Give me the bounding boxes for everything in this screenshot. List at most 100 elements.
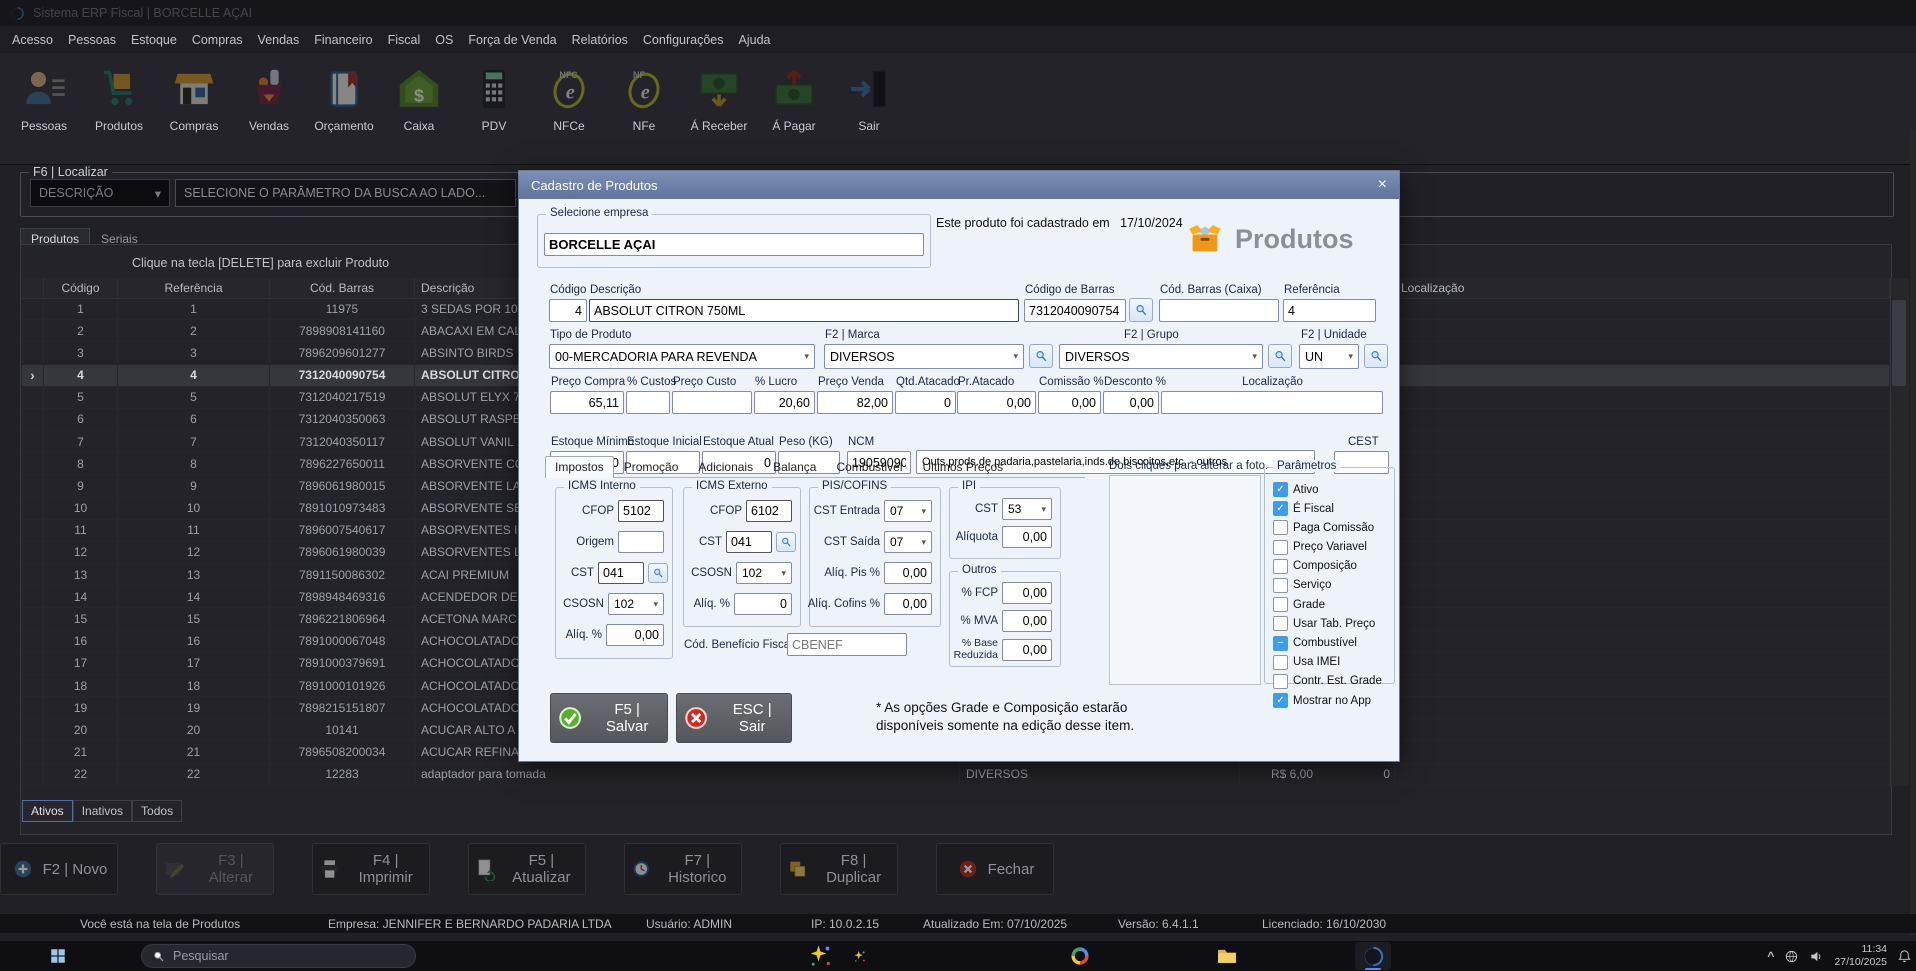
menu-item[interactable]: Estoque [131, 33, 177, 47]
fcp-input[interactable] [1002, 582, 1052, 604]
action-button[interactable]: Fechar [936, 843, 1054, 895]
pr-atacado-input[interactable] [957, 391, 1036, 414]
parametro-checkbox[interactable]: Usa IMEI [1273, 655, 1394, 670]
cst-entrada-select[interactable]: 07▾ [884, 500, 932, 522]
menu-item[interactable]: Compras [192, 33, 243, 47]
mva-input[interactable] [1002, 610, 1052, 632]
header-referencia[interactable]: Referência [118, 278, 270, 298]
filter-tab[interactable]: Ativos [22, 800, 73, 822]
menu-item[interactable]: Acesso [12, 33, 53, 47]
filter-tab[interactable]: Todos [132, 800, 182, 822]
parametro-checkbox[interactable]: Paga Comissão [1273, 520, 1394, 535]
menu-item[interactable]: Financeiro [314, 33, 372, 47]
toolbar-button[interactable]: Á Receber [687, 67, 751, 164]
locator-search-input[interactable]: SELECIONE O PARÂMETRO DA BUSCA AO LADO..… [175, 179, 516, 207]
parametro-checkbox[interactable]: Ativo [1273, 482, 1394, 497]
icms-int-cst-input[interactable] [598, 562, 644, 584]
cst-saida-select[interactable]: 07▾ [884, 531, 932, 553]
sair-button[interactable]: ESC | Sair [676, 693, 792, 743]
action-button[interactable]: F3 | Alterar [156, 843, 274, 895]
icms-int-aliq-input[interactable] [606, 624, 664, 646]
codigo-input[interactable] [549, 299, 587, 322]
tipo-produto-select[interactable]: 00-MERCADORIA PARA REVENDA▾ [549, 344, 815, 369]
tray-chevron-icon[interactable]: ^ [1767, 949, 1774, 963]
icms-int-origem-input[interactable] [618, 531, 664, 553]
parametro-checkbox[interactable]: Mostrar no App [1273, 693, 1394, 708]
erp-app-icon[interactable] [1361, 944, 1385, 968]
desconto-input[interactable] [1103, 391, 1159, 414]
cod-barras-search-button[interactable] [1129, 298, 1153, 322]
icms-ext-csosn-select[interactable]: 102▾ [736, 562, 792, 584]
custos-input[interactable] [626, 391, 670, 414]
parametro-checkbox[interactable]: Usar Tab. Preço [1273, 616, 1394, 631]
parametro-checkbox[interactable]: É Fiscal [1273, 501, 1394, 516]
marca-search-button[interactable] [1029, 344, 1053, 368]
toolbar-button[interactable]: Pessoas [12, 67, 76, 164]
file-explorer-icon[interactable] [1215, 944, 1239, 968]
dialog-tab[interactable]: Balança [763, 456, 826, 477]
icms-ext-cst-search-button[interactable] [776, 532, 796, 552]
menu-item[interactable]: Vendas [258, 33, 300, 47]
copilot-icon[interactable] [1068, 944, 1092, 968]
localizacao-input[interactable] [1161, 391, 1383, 414]
cod-barras-caixa-input[interactable] [1159, 299, 1279, 322]
toolbar-button[interactable]: Caixa [387, 67, 451, 164]
table-row[interactable]: 22 22 12283 adaptador para tomada DIVERS… [22, 764, 1890, 786]
volume-icon[interactable] [1809, 949, 1824, 964]
ipi-cst-select[interactable]: 53▾ [1002, 498, 1052, 520]
unidade-select[interactable]: UN▾ [1299, 344, 1359, 369]
preco-custo-input[interactable] [672, 391, 752, 414]
dialog-tab[interactable]: Promoção [614, 456, 689, 477]
header-cod-barras[interactable]: Cód. Barras [270, 278, 415, 298]
toolbar-button[interactable]: PDV [462, 67, 526, 164]
taskbar-search[interactable]: Pesquisar [141, 944, 416, 968]
ipi-aliquota-input[interactable] [1002, 526, 1052, 548]
action-button[interactable]: F5 | Atualizar [468, 843, 586, 895]
icms-ext-aliq-input[interactable] [734, 593, 792, 615]
parametro-checkbox[interactable]: Contr. Est. Grade [1273, 674, 1394, 689]
action-button[interactable]: F8 | Duplicar [780, 843, 898, 895]
locator-field-select[interactable]: DESCRIÇÃO ▾ [30, 179, 170, 207]
toolbar-button[interactable]: Sair [837, 67, 901, 164]
dialog-tab[interactable]: Impostos [545, 456, 614, 478]
empresa-input[interactable] [544, 233, 924, 256]
taskbar-clock[interactable]: 11:34 27/10/2025 [1834, 943, 1887, 969]
preco-venda-input[interactable] [817, 391, 893, 414]
action-button[interactable]: F7 | Historico [624, 843, 742, 895]
menu-item[interactable]: Configurações [643, 33, 724, 47]
icms-ext-cfop-input[interactable] [746, 500, 792, 522]
base-reduzida-input[interactable] [1002, 639, 1052, 661]
grupo-search-button[interactable] [1268, 344, 1292, 368]
parametro-checkbox[interactable]: Preço Variavel [1273, 540, 1394, 555]
parametro-checkbox[interactable]: Grade [1273, 597, 1394, 612]
toolbar-button[interactable]: NFCe [537, 67, 601, 164]
menu-item[interactable]: Força de Venda [468, 33, 556, 47]
toolbar-button[interactable]: Orçamento [312, 67, 376, 164]
start-button[interactable] [46, 944, 70, 968]
beneficio-input[interactable] [787, 633, 907, 656]
menu-item[interactable]: Fiscal [388, 33, 421, 47]
menu-item[interactable]: Pessoas [68, 33, 116, 47]
dialog-tab[interactable]: Adicionais [688, 456, 763, 477]
toolbar-button[interactable]: Á Pagar [762, 67, 826, 164]
close-icon[interactable]: × [1378, 176, 1387, 194]
referencia-input[interactable] [1283, 299, 1376, 322]
qtd-atacado-input[interactable] [895, 391, 956, 414]
parametro-checkbox[interactable]: Combustível [1273, 636, 1394, 651]
menu-item[interactable]: OS [435, 33, 453, 47]
unidade-search-button[interactable] [1364, 344, 1388, 368]
toolbar-button[interactable]: Produtos [87, 67, 151, 164]
icms-int-csosn-select[interactable]: 102▾ [608, 593, 664, 615]
grupo-select[interactable]: DIVERSOS▾ [1059, 344, 1263, 369]
header-localizacao[interactable]: Localização [1395, 278, 1890, 298]
widgets-sparkle-icon[interactable] [808, 944, 832, 968]
product-photo-box[interactable] [1109, 475, 1261, 685]
filter-tab[interactable]: Inativos [73, 800, 132, 822]
parametro-checkbox[interactable]: Composição [1273, 559, 1394, 574]
toolbar-button[interactable]: Vendas [237, 67, 301, 164]
scrollbar-thumb[interactable] [1892, 300, 1906, 386]
action-button[interactable]: F4 | Imprimir [312, 843, 430, 895]
marca-select[interactable]: DIVERSOS▾ [824, 344, 1024, 369]
descricao-input[interactable] [589, 299, 1019, 322]
notification-bell-icon[interactable] [1897, 949, 1912, 964]
